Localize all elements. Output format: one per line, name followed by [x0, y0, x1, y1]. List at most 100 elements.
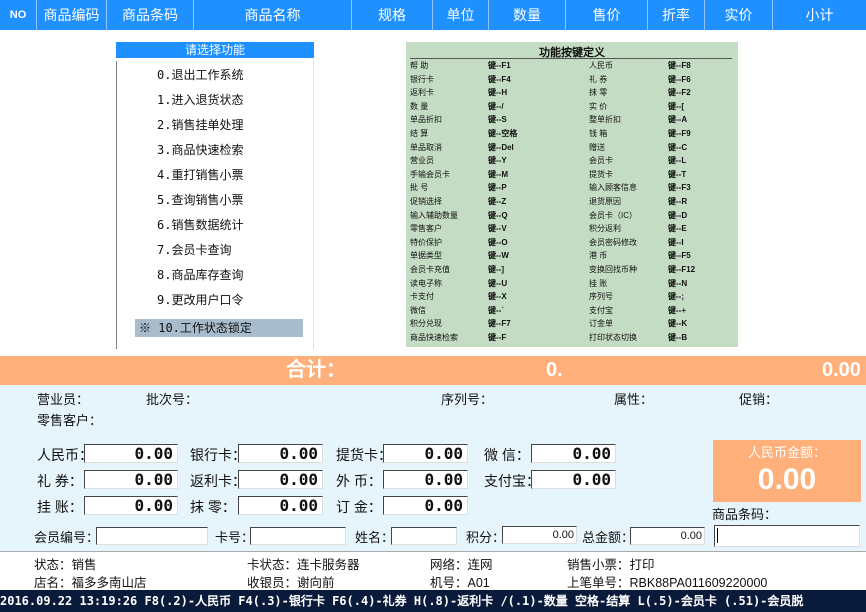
col-qty[interactable]: 数量 — [489, 0, 566, 30]
customer-label: 零售客户： — [37, 413, 103, 428]
key-binding-left: 键--` — [488, 305, 504, 315]
key-name-right: 退货原因 — [589, 197, 621, 206]
key-name-left: 批 号 — [410, 183, 429, 193]
key-name-right: 礼 券 — [589, 74, 608, 84]
key-name-right: 港 币 — [589, 251, 608, 261]
col-spec[interactable]: 规格 — [352, 0, 433, 30]
key-binding-left: 键--F — [488, 333, 507, 342]
round-input[interactable]: 0.00 — [238, 496, 323, 515]
key-name-right: 输入顾客信息 — [589, 183, 637, 193]
gift-input[interactable]: 0.00 — [84, 470, 178, 489]
key-name-left: 单品折扣 — [410, 115, 442, 125]
foreign-label: 外 币： — [336, 473, 382, 489]
key-name-right: 会员卡（IC） — [589, 210, 637, 220]
member-no-input[interactable] — [96, 527, 208, 545]
rmb-input[interactable]: 0.00 — [84, 444, 178, 463]
col-unit[interactable]: 单位 — [433, 0, 489, 30]
total-qty: 0. — [546, 359, 563, 381]
key-name-left: 营业员 — [410, 156, 434, 166]
key-binding-right: 键--K — [668, 319, 688, 329]
key-binding-right: 键--L — [668, 156, 687, 166]
key-binding-left: 键--U — [488, 278, 508, 288]
barcode-input[interactable] — [714, 525, 860, 547]
col-code[interactable]: 商品编码 — [37, 0, 107, 30]
key-binding-left: 键--M — [488, 169, 508, 179]
key-binding-left: 键--F7 — [488, 319, 511, 329]
wechat-input[interactable]: 0.00 — [531, 444, 616, 463]
total-amount: 0.00 — [822, 359, 861, 381]
key-name-right: 支付宝 — [589, 305, 613, 315]
name-input[interactable] — [391, 527, 457, 545]
key-binding-right: 键--; — [668, 292, 684, 302]
col-no[interactable]: NO — [0, 0, 37, 30]
key-name-right: 序列号 — [589, 292, 613, 302]
menu-item-stock-query[interactable]: 8.商品库存查询 — [157, 266, 243, 284]
status-receipt: 销售小票：打印 — [567, 558, 655, 572]
total-bar: 合计： 0. 0.00 — [0, 356, 866, 385]
bank-input[interactable]: 0.00 — [238, 444, 323, 463]
key-binding-right: 键--B — [668, 333, 688, 342]
menu-item-member-query[interactable]: 7.会员卡查询 — [157, 241, 231, 259]
col-discount[interactable]: 折率 — [648, 0, 705, 30]
serial-label: 序列号： — [441, 392, 494, 407]
key-name-right: 会员卡 — [589, 156, 613, 166]
key-binding-left: 键--S — [488, 115, 507, 125]
col-price[interactable]: 售价 — [566, 0, 648, 30]
key-name-right: 提货卡 — [589, 169, 613, 179]
key-name-right: 整单折扣 — [589, 115, 621, 125]
points-label: 积分： — [466, 530, 506, 545]
status-network: 网络：连网 — [430, 558, 493, 572]
menu-item-search[interactable]: 3.商品快速检索 — [157, 141, 243, 159]
key-name-left: 返利卡 — [410, 88, 434, 98]
key-definition-panel: 功能按键定义 帮 助键--F1 银行卡 键--F4 返利卡 键--H 数 量键--/单品折… — [406, 42, 738, 347]
pickup-input[interactable]: 0.00 — [383, 444, 468, 463]
key-name-left: 结 算 — [410, 129, 429, 138]
foreign-input[interactable]: 0.00 — [383, 470, 468, 489]
key-name-left: 积分兑现 — [410, 319, 442, 329]
rebate-input[interactable]: 0.00 — [238, 470, 323, 489]
deposit-label: 订 金： — [336, 499, 382, 515]
alipay-input[interactable]: 0.00 — [531, 470, 616, 489]
deposit-input[interactable]: 0.00 — [383, 496, 468, 515]
attribute-label: 属性： — [614, 392, 654, 407]
key-binding-left: 键--/ — [488, 101, 504, 111]
key-name-right: 积分返利 — [589, 224, 621, 234]
key-panel-divider — [410, 58, 732, 59]
menu-item-hold[interactable]: 2.销售挂单处理 — [157, 116, 243, 134]
menu-item-stats[interactable]: 6.销售数据统计 — [157, 216, 243, 234]
info-panel: 营业员： 批次号： 序列号： 属性： 促销： 零售客户： — [0, 385, 866, 437]
card-input[interactable] — [250, 527, 346, 545]
menu-item-change-password[interactable]: 9.更改用户口令 — [157, 291, 243, 309]
menu-item-exit[interactable]: 0.退出工作系统 — [157, 66, 243, 84]
col-actual[interactable]: 实价 — [705, 0, 773, 30]
menu-item-lock[interactable]: ※ 10.工作状态锁定 — [135, 319, 303, 337]
key-binding-right: 键--R — [668, 197, 688, 206]
key-binding-right: 键--N — [668, 278, 688, 288]
col-barcode[interactable]: 商品条码 — [107, 0, 194, 30]
menu-item-query-receipt[interactable]: 5.查询销售小票 — [157, 191, 243, 209]
col-name[interactable]: 商品名称 — [194, 0, 352, 30]
menu-item-reprint[interactable]: 4.重打销售小票 — [157, 166, 243, 184]
key-name-right: 人民币 — [589, 61, 613, 70]
menu-item-return[interactable]: 1.进入退货状态 — [157, 91, 243, 109]
key-binding-left: 键--F4 — [488, 74, 511, 84]
key-binding-right: 键--F8 — [668, 61, 691, 70]
key-binding-left: 键--H — [488, 88, 508, 98]
key-name-left: 卡支付 — [410, 292, 434, 302]
key-binding-right: 键--F2 — [668, 88, 691, 98]
name-label: 姓名： — [355, 530, 395, 545]
key-binding-left: 键--P — [488, 183, 507, 193]
points-input[interactable]: 0.00 — [502, 526, 577, 544]
menu-title: 请选择功能 — [116, 42, 314, 58]
key-binding-left: 键--X — [488, 292, 507, 302]
total-amount-input[interactable]: 0.00 — [630, 527, 705, 545]
text-cursor — [717, 528, 718, 543]
key-name-left: 输入辅助数量 — [410, 210, 458, 220]
col-subtotal[interactable]: 小计 — [773, 0, 866, 30]
key-name-left: 帮 助 — [410, 61, 429, 70]
gift-label: 礼 券： — [37, 473, 83, 489]
credit-input[interactable]: 0.00 — [84, 496, 178, 515]
rmb-amount-label: 人民币金额： — [747, 445, 826, 460]
status-state: 状态：销售 — [34, 558, 97, 572]
key-name-right: 钱 箱 — [589, 129, 608, 138]
